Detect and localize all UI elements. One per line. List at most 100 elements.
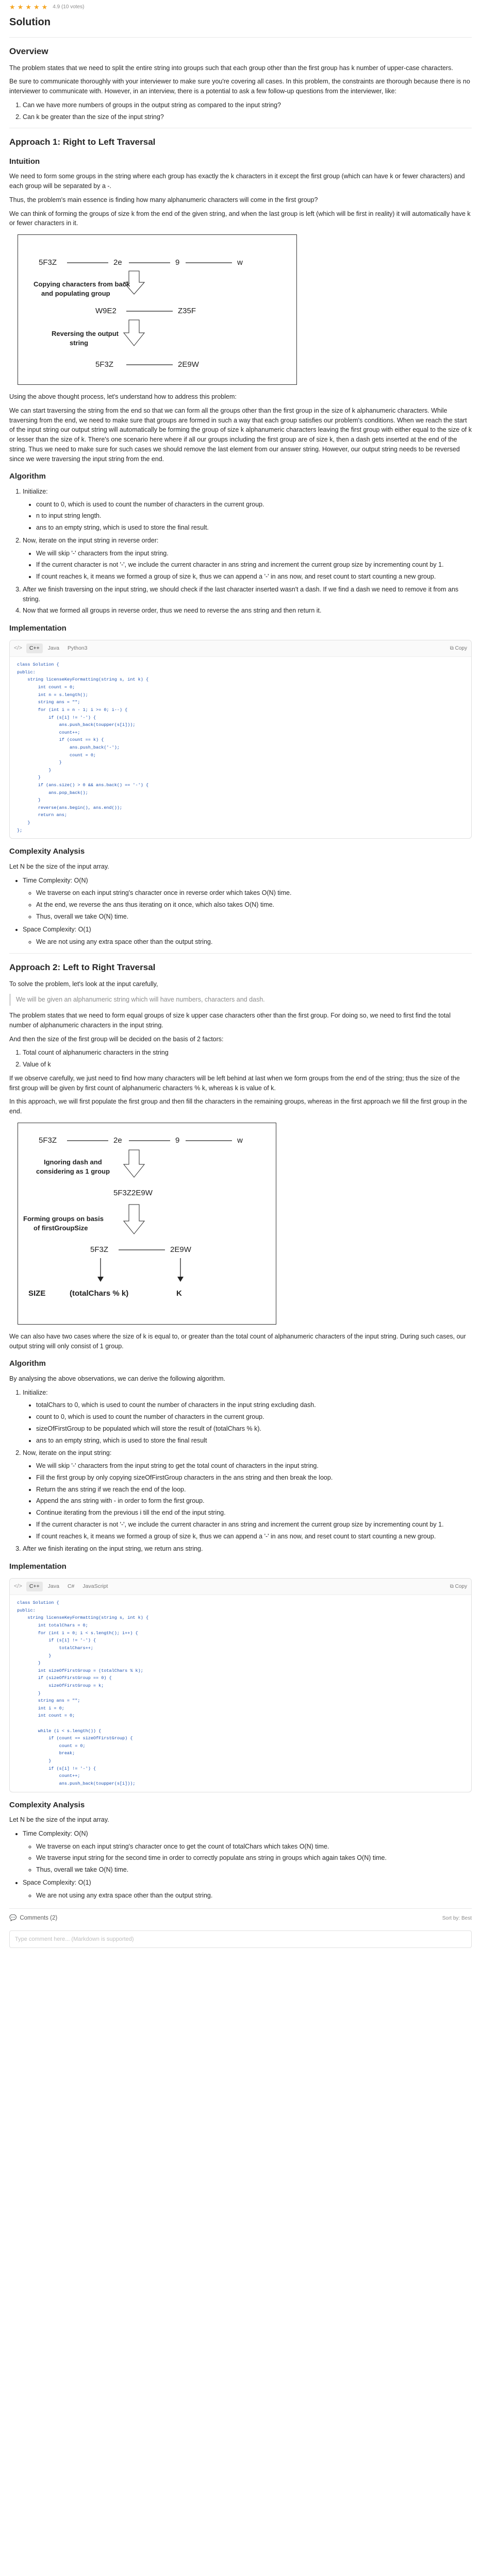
code-tabs: </> C++ Java C# JavaScript ⧉ Copy [10, 1578, 471, 1596]
code-icon: </> [14, 1583, 22, 1590]
tab-cpp[interactable]: C++ [26, 1581, 43, 1592]
approach2-figure: 5F3Z 2e 9 w Ignoring dash and considerin… [18, 1122, 276, 1325]
algo1-step1c: ans to an empty string, which is used to… [36, 523, 472, 533]
approach2-factor1: Total count of alphanumeric characters i… [23, 1048, 472, 1058]
approach1-time-2: At the end, we reverse the ans thus iter… [36, 900, 472, 910]
tab-javascript[interactable]: JavaScript [79, 1582, 111, 1592]
approach1-algorithm-heading: Algorithm [9, 472, 46, 481]
approach2-p7: By analysing the above observations, we … [9, 1375, 225, 1382]
approach2-time-3: Thus, overall we take O(N) time. [36, 1865, 472, 1875]
algo2-step2f: If the current character is not '-', we … [36, 1520, 472, 1530]
approach2-time-2: We traverse input string for the second … [36, 1853, 472, 1863]
approach1-p4: Using the above thought process, let's u… [9, 393, 237, 400]
fig1-mid-0: W9E2 [95, 307, 117, 315]
fig1-top-0: 5F3Z [39, 258, 57, 267]
star-icon[interactable]: ★ [18, 4, 24, 10]
followup-q2: Can k be greater than the size of the in… [23, 112, 472, 122]
fig2-top-1: 2e [113, 1136, 122, 1145]
fig2-formula: (totalChars % k) [70, 1289, 128, 1298]
approach1-time-1: We traverse on each input string's chara… [36, 888, 472, 898]
arrow-head-icon [177, 1276, 184, 1282]
tab-python3[interactable]: Python3 [64, 643, 91, 654]
overview-heading: Overview [9, 46, 48, 56]
approach2-heading: Approach 2: Left to Right Traversal [9, 962, 156, 973]
algo2-step3: After we finish iterating on the input s… [23, 1544, 472, 1554]
fig1-rev-label-1: Reversing the output [52, 330, 119, 337]
approach1-p2: Thus, the problem's main essence is find… [9, 196, 318, 204]
approach2-p4: If we observe carefully, we just need to… [9, 1074, 460, 1092]
approach1-heading: Approach 1: Right to Left Traversal [9, 137, 156, 147]
approach2-p6: We can also have two cases where the siz… [9, 1332, 466, 1350]
approach2-p2: The problem states that we need to form … [9, 1012, 451, 1029]
algo1-step2: Now, iterate on the input string in reve… [23, 536, 472, 582]
down-arrow-icon [123, 319, 145, 346]
approach2-p5: In this approach, we will first populate… [9, 1098, 467, 1115]
approach2-complexity-list: Time Complexity: O(N) We traverse on eac… [9, 1829, 472, 1901]
algo1-step4: Now that we formed all groups in reverse… [23, 606, 472, 616]
fig2-ig-label-2: considering as 1 group [36, 1167, 110, 1175]
copy-button[interactable]: ⧉ Copy [450, 1583, 467, 1590]
approach1-space-1: We are not using any extra space other t… [36, 937, 472, 947]
approach1-time-3: Thus, overall we take O(N) time. [36, 912, 472, 922]
approach1-code-block: </> C++ Java Python3 ⧉ Copy class Soluti… [9, 639, 472, 839]
fig2-bot-1: 2E9W [170, 1245, 192, 1254]
approach2-algorithm-heading: Algorithm [9, 1359, 46, 1368]
code-icon: </> [14, 645, 22, 652]
copy-button[interactable]: ⧉ Copy [450, 645, 467, 652]
comment-input[interactable]: Type comment here... (Markdown is suppor… [9, 1930, 472, 1948]
code-tabs: </> C++ Java Python3 ⧉ Copy [10, 640, 471, 657]
comment-icon: 💬 [9, 1915, 17, 1922]
fig2-form-label-1: Forming groups on basis [23, 1215, 104, 1223]
algo2-step1: Initialize: totalChars to 0, which is us… [23, 1388, 472, 1446]
approach2-code-block: </> C++ Java C# JavaScript ⧉ Copy class … [9, 1578, 472, 1792]
star-icon[interactable]: ★ [25, 4, 31, 10]
overview-p2: Be sure to communicate thoroughly with y… [9, 78, 470, 95]
algo1-step1b: n to input string length. [36, 511, 472, 521]
star-icon[interactable]: ★ [34, 4, 40, 10]
approach2-space-1: We are not using any extra space other t… [36, 1891, 472, 1901]
algo2-step1b: count to 0, which is used to count the n… [36, 1412, 472, 1422]
copy-icon: ⧉ [450, 1583, 455, 1589]
fig1-copy-label-2: and populating group [41, 290, 110, 297]
algo1-step3: After we finish traversing on the input … [23, 585, 472, 604]
approach2-factor2: Value of k [23, 1060, 472, 1070]
approach1-intuition-heading: Intuition [9, 157, 40, 166]
algo2-step2d: Append the ans string with - in order to… [36, 1496, 472, 1506]
rating-bar: ★ ★ ★ ★ ★ 4.9 (10 votes) [9, 0, 472, 11]
sort-dropdown[interactable]: Sort by: Best [442, 1914, 472, 1922]
fig1-rev-label-2: string [70, 339, 88, 347]
comments-count[interactable]: Comments (2) [20, 1914, 57, 1923]
fig1-top-2: 9 [175, 258, 179, 267]
divider [9, 37, 472, 38]
star-icon[interactable]: ★ [9, 4, 15, 10]
algo2-step2: Now, iterate on the input string: We wil… [23, 1448, 472, 1541]
algo1-step2b: If the current character is not '-', we … [36, 560, 472, 570]
algo2-step2e: Continue iterating from the previous i t… [36, 1508, 472, 1518]
fig1-top-3: w [237, 258, 243, 267]
approach2-factors: Total count of alphanumeric characters i… [9, 1048, 472, 1070]
followup-list: Can we have more numbers of groups in th… [9, 100, 472, 122]
star-icon[interactable]: ★ [42, 4, 48, 10]
approach1-implementation-heading: Implementation [9, 624, 67, 633]
fig1-mid-1: Z35F [178, 307, 196, 315]
approach1-p1: We need to form some groups in the strin… [9, 173, 465, 190]
approach2-p1: To solve the problem, let's look at the … [9, 980, 158, 988]
fig2-ig-label-1: Ignoring dash and [44, 1158, 102, 1166]
approach2-diagram: 5F3Z 2e 9 w Ignoring dash and considerin… [23, 1136, 243, 1298]
algo2-step1d: ans to an empty string, which is used to… [36, 1436, 472, 1446]
down-arrow-icon [123, 1149, 145, 1178]
approach2-quote: We will be given an alphanumeric string … [9, 994, 472, 1006]
fig2-size-label: SIZE [28, 1289, 45, 1298]
approach1-space: Space Complexity: O(1) We are not using … [23, 925, 472, 947]
fig1-bot-1: 2E9W [178, 360, 200, 369]
fig1-copy-label-1: Copying characters from back [34, 280, 130, 288]
approach1-time: Time Complexity: O(N) We traverse on eac… [23, 876, 472, 922]
approach2-space: Space Complexity: O(1) We are not using … [23, 1878, 472, 1901]
tab-cpp[interactable]: C++ [26, 643, 43, 654]
rating-text: 4.9 (10 votes) [53, 4, 85, 10]
fig2-top-0: 5F3Z [39, 1136, 57, 1145]
tab-java[interactable]: Java [45, 643, 62, 654]
tab-java[interactable]: Java [45, 1582, 62, 1592]
approach2-code: class Solution { public: string licenseK… [17, 1600, 149, 1786]
tab-csharp[interactable]: C# [64, 1582, 77, 1592]
